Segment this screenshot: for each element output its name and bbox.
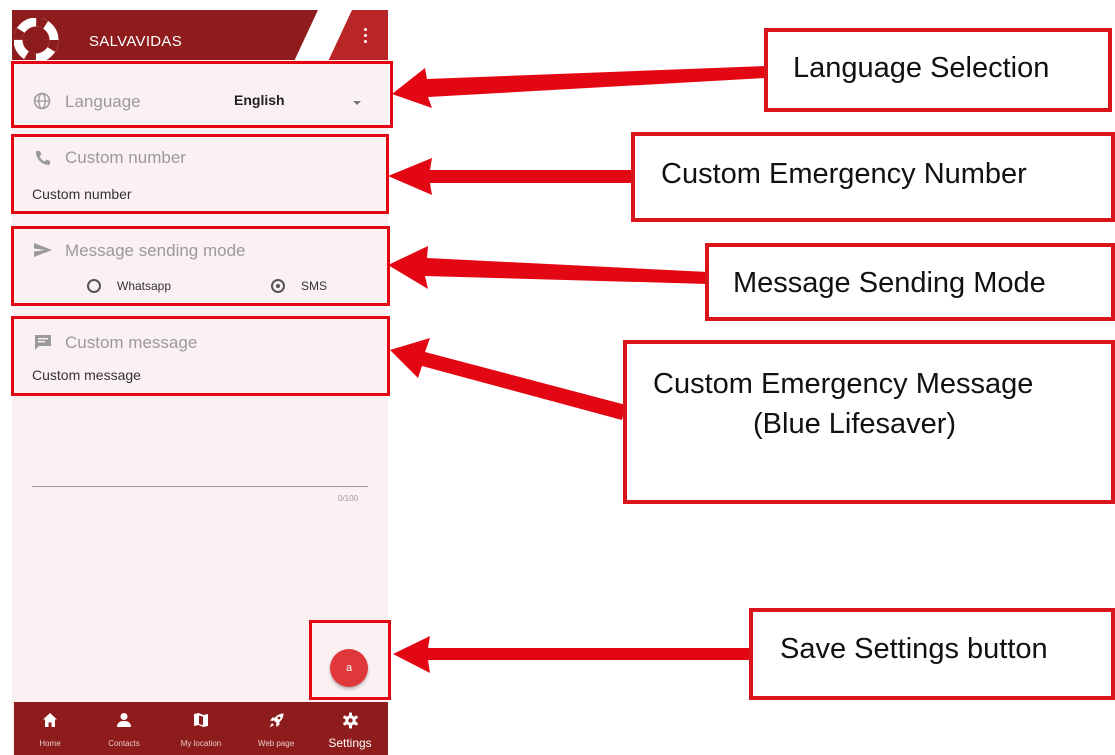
arrow-sending-mode xyxy=(388,246,708,289)
callout-custom-number: Custom Emergency Number xyxy=(631,132,1115,222)
arrow-custom-number xyxy=(388,158,633,195)
callout-language-selection: Language Selection xyxy=(764,28,1112,112)
callout-custom-message: Custom Emergency Message (Blue Lifesaver… xyxy=(623,340,1115,504)
arrow-language xyxy=(392,66,766,108)
callout-mode-text: Message Sending Mode xyxy=(733,267,1046,299)
callout-save-settings: Save Settings button xyxy=(749,608,1115,700)
arrow-save-button xyxy=(393,636,752,673)
callout-message-text-line2: (Blue Lifesaver) xyxy=(753,408,957,440)
callout-sending-mode: Message Sending Mode xyxy=(705,243,1115,321)
arrow-custom-message xyxy=(390,338,626,420)
callout-save-text: Save Settings button xyxy=(780,633,1048,665)
callout-number-text: Custom Emergency Number xyxy=(661,158,1027,190)
callout-language-text: Language Selection xyxy=(793,52,1050,84)
callout-message-text-line1: Custom Emergency Message xyxy=(653,368,1034,400)
